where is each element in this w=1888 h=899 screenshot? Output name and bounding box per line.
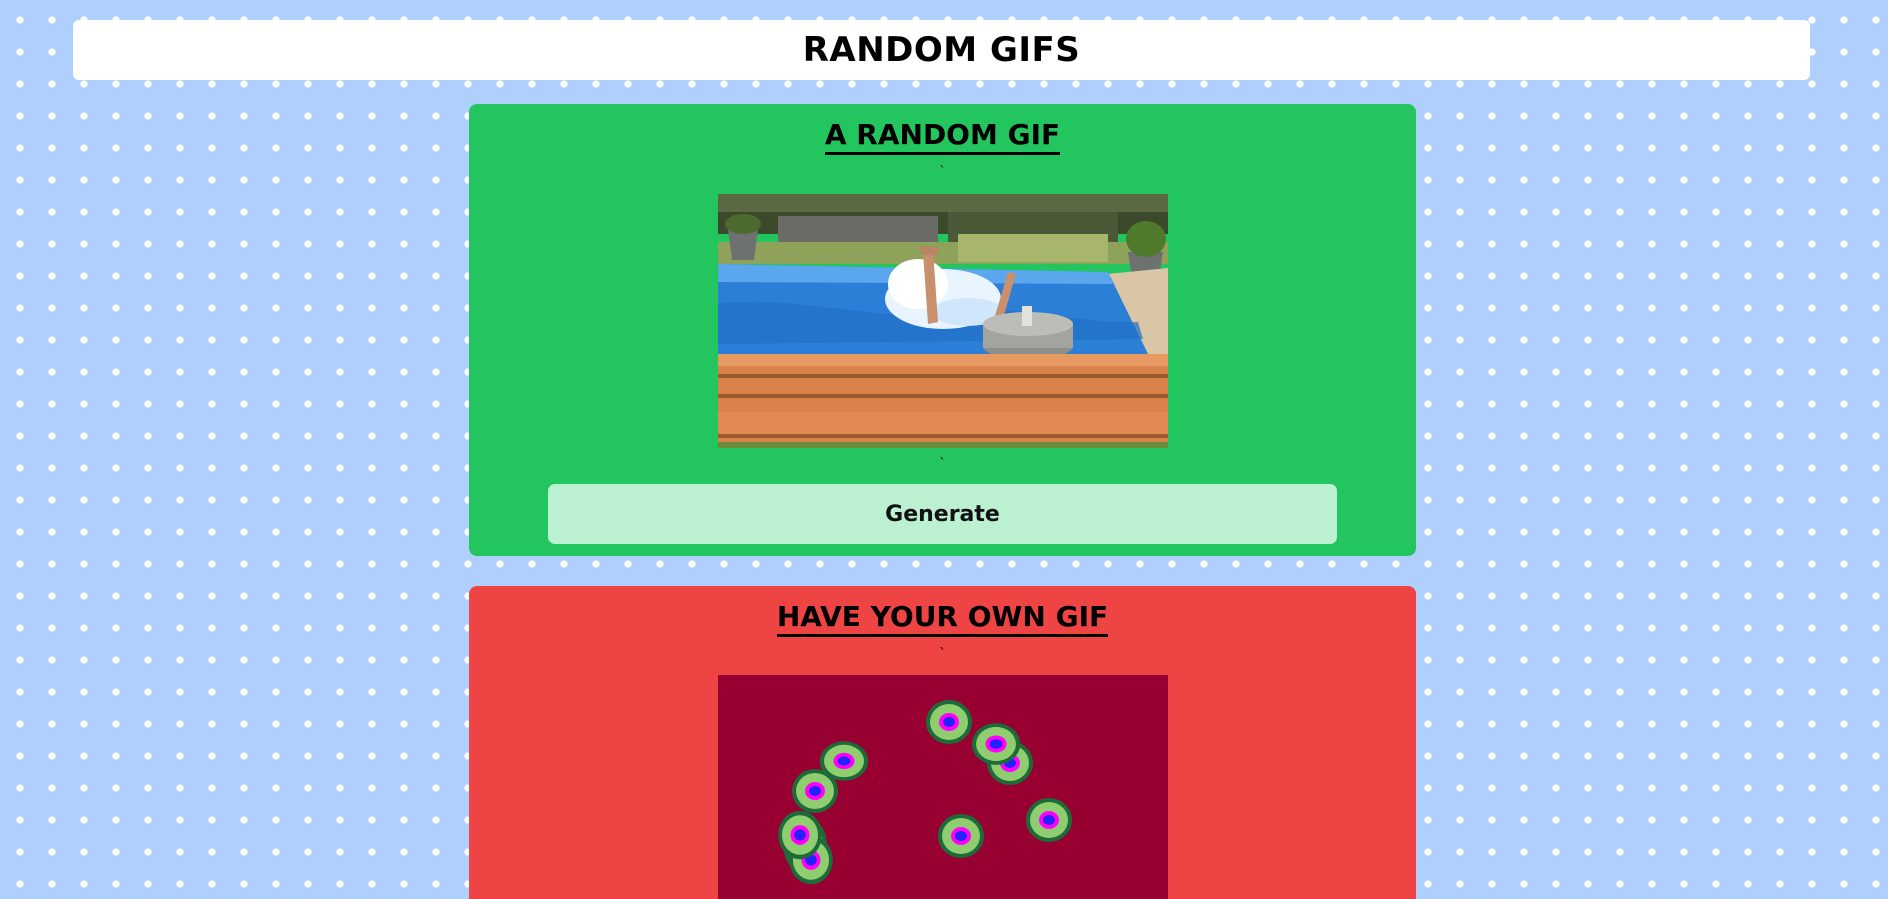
own-gif-card: HAVE YOUR OWN GIF ` bbox=[469, 586, 1416, 899]
tick-mark-top: ` bbox=[939, 165, 946, 180]
own-gif-title: HAVE YOUR OWN GIF bbox=[776, 601, 1109, 637]
page-title: RANDOM GIFS bbox=[802, 30, 1081, 70]
tick-mark-top-2: ` bbox=[939, 647, 946, 662]
cells-illustration bbox=[778, 700, 1072, 885]
tick-mark-bottom: ` bbox=[939, 457, 946, 472]
random-gif-image bbox=[718, 194, 1168, 448]
random-gif-heading: A RANDOM GIF bbox=[469, 118, 1416, 155]
generate-button[interactable]: Generate bbox=[548, 484, 1337, 544]
own-gif-image bbox=[718, 675, 1168, 899]
pool-dive-illustration bbox=[718, 194, 1168, 448]
own-gif-heading: HAVE YOUR OWN GIF bbox=[469, 600, 1416, 637]
random-gif-title: A RANDOM GIF bbox=[824, 119, 1061, 155]
page-header: RANDOM GIFS bbox=[73, 20, 1810, 80]
random-gif-card: A RANDOM GIF ` ` Generate bbox=[469, 104, 1416, 556]
